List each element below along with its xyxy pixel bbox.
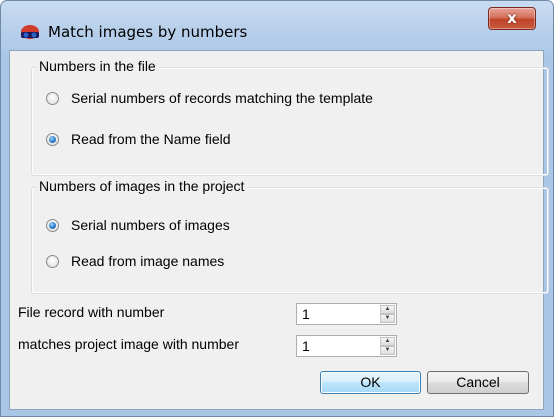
numbers-of-images-title: Numbers of images in the project bbox=[36, 178, 248, 194]
radio-serial-images[interactable]: Serial numbers of images bbox=[46, 215, 230, 235]
radio-button[interactable] bbox=[46, 218, 59, 232]
file-record-value[interactable]: 1 bbox=[302, 306, 310, 322]
radio-label: Serial numbers of records matching the t… bbox=[71, 90, 373, 106]
project-image-spinbox[interactable]: 1 ▲ ▼ bbox=[296, 335, 397, 357]
radio-button[interactable] bbox=[46, 91, 59, 105]
radio-label: Serial numbers of images bbox=[71, 217, 230, 233]
radio-read-name-field[interactable]: Read from the Name field bbox=[46, 129, 231, 149]
file-record-label: File record with number bbox=[18, 304, 165, 320]
cancel-button[interactable]: Cancel bbox=[427, 371, 529, 394]
numbers-in-file-title: Numbers in the file bbox=[36, 58, 159, 74]
file-record-spinbox[interactable]: 1 ▲ ▼ bbox=[296, 303, 397, 325]
title-bar[interactable]: Match images by numbers x bbox=[1, 1, 553, 45]
3d-glasses-icon bbox=[21, 25, 39, 39]
ok-button[interactable]: OK bbox=[320, 371, 421, 394]
spin-up-icon[interactable]: ▲ bbox=[380, 305, 395, 314]
radio-button[interactable] bbox=[46, 132, 59, 146]
radio-read-image-names[interactable]: Read from image names bbox=[46, 251, 224, 271]
radio-button[interactable] bbox=[46, 254, 59, 268]
close-icon: x bbox=[507, 9, 517, 27]
spin-arrows: ▲ ▼ bbox=[380, 337, 395, 355]
radio-serial-records[interactable]: Serial numbers of records matching the t… bbox=[46, 88, 373, 108]
numbers-of-images-group bbox=[31, 187, 549, 294]
spin-arrows: ▲ ▼ bbox=[380, 305, 395, 323]
project-image-value[interactable]: 1 bbox=[302, 338, 310, 354]
radio-label: Read from the Name field bbox=[71, 131, 231, 147]
window-title: Match images by numbers bbox=[48, 23, 248, 41]
project-image-label: matches project image with number bbox=[18, 336, 239, 352]
spin-down-icon[interactable]: ▼ bbox=[380, 314, 395, 323]
spin-up-icon[interactable]: ▲ bbox=[380, 337, 395, 346]
numbers-in-file-group bbox=[31, 67, 549, 176]
radio-label: Read from image names bbox=[71, 253, 225, 269]
close-button[interactable]: x bbox=[488, 7, 536, 30]
dialog-body: Numbers in the file Serial numbers of re… bbox=[9, 50, 549, 410]
spin-down-icon[interactable]: ▼ bbox=[380, 346, 395, 355]
dialog-window: Match images by numbers x Numbers in the… bbox=[0, 0, 554, 417]
